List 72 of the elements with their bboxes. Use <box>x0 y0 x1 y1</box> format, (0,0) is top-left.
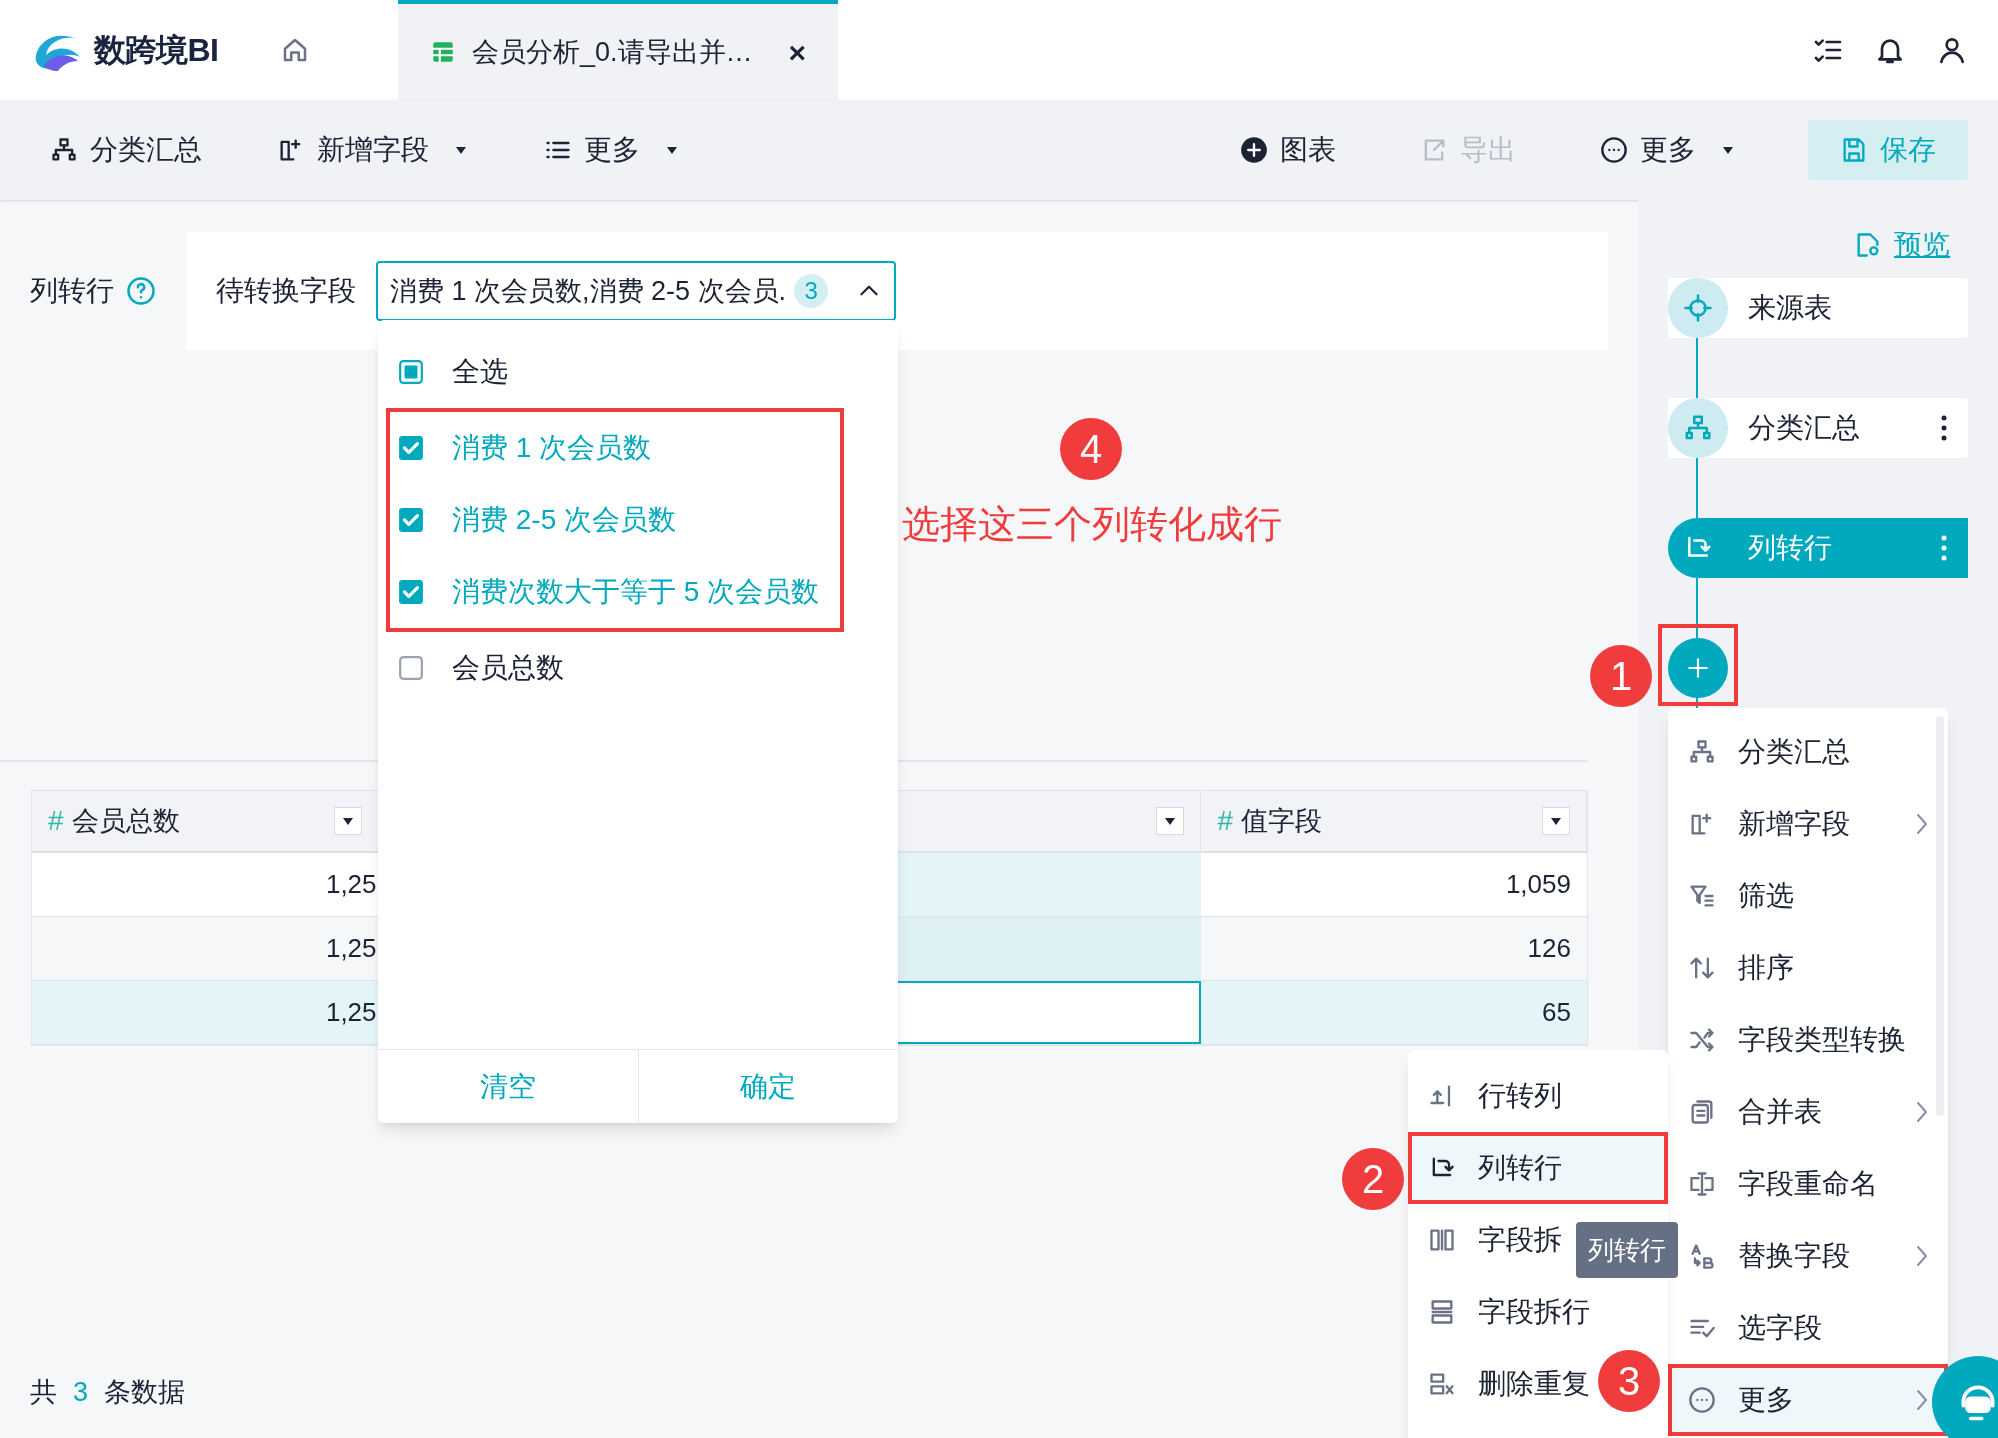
menu-item[interactable]: 排序 <box>1668 932 1948 1004</box>
chevron-right-icon <box>1916 1101 1928 1123</box>
table-cell: 1,25 <box>32 981 379 1044</box>
count-badge: 3 <box>794 274 829 308</box>
checkbox-checked[interactable] <box>398 435 424 461</box>
menu-item[interactable]: 更多 <box>1668 1364 1948 1436</box>
menu-item[interactable]: 列转行 <box>1408 1132 1668 1204</box>
section-title: 列转行 <box>30 274 114 308</box>
more-vertical-icon <box>1940 533 1948 563</box>
toolbar-button[interactable]: 分类汇总 <box>50 129 202 171</box>
annotation-note: 选择这三个列转化成行 <box>902 502 1282 547</box>
plus-circle-icon <box>1240 136 1268 164</box>
field-label: 待转换字段 <box>216 274 356 308</box>
column-menu-button[interactable] <box>1542 807 1570 835</box>
option-label[interactable]: 全选 <box>452 351 508 393</box>
column-header[interactable]: # 值字段 <box>1201 791 1587 851</box>
table-cell: 65 <box>1201 981 1587 1044</box>
menu-item[interactable]: 新增字段 <box>1668 788 1948 860</box>
record-count: 3 <box>73 1375 89 1409</box>
numeric-type-icon: # <box>48 800 64 842</box>
column-menu-button[interactable] <box>1156 807 1185 835</box>
menu-item[interactable]: 字段拆行 <box>1408 1276 1598 1348</box>
checkbox-unchecked[interactable] <box>398 655 424 681</box>
checkbox-partial[interactable] <box>398 359 424 385</box>
menu-item[interactable]: 字段拆 <box>1408 1204 1570 1276</box>
chevron-right-icon <box>1916 1389 1928 1411</box>
hierarchy-icon <box>50 136 78 164</box>
hierarchy-icon <box>1688 738 1716 766</box>
toolbar-button[interactable]: 更多 <box>544 129 680 171</box>
menu-item[interactable]: 合并表 <box>1668 1076 1948 1148</box>
menu-item[interactable]: 行转列 <box>1408 1060 1570 1132</box>
toolbar-button[interactable]: 图表 <box>1228 129 1348 171</box>
tab-label: 会员分析_0.请导出并… <box>472 35 754 69</box>
menu-item[interactable]: 字段重命名 <box>1668 1148 1948 1220</box>
numeric-type-icon: # <box>1217 800 1234 842</box>
plus-icon <box>1685 655 1711 681</box>
help-icon <box>126 276 156 306</box>
logo-text: 数跨境BI <box>94 31 218 70</box>
menu-item[interactable]: 筛选 <box>1668 860 1948 932</box>
step-badge: 4 <box>1060 418 1122 480</box>
table-cell: 126 <box>1201 917 1587 980</box>
close-button[interactable]: × <box>788 29 806 75</box>
step-badge: 1 <box>1590 645 1652 707</box>
menu-item[interactable]: 分类汇总 <box>1668 716 1948 788</box>
chevron-right-icon <box>1916 813 1928 835</box>
more-icon <box>1688 1386 1716 1414</box>
toolbar-button[interactable]: 更多 <box>1588 129 1748 171</box>
shuffle-icon <box>1688 1026 1716 1054</box>
spreadsheet-icon <box>430 39 456 65</box>
field-select[interactable]: 消费 1 次会员数,消费 2-5 次会员. 3 <box>376 261 896 321</box>
more-icon <box>1600 136 1628 164</box>
table-cell: 1,25 <box>32 917 379 980</box>
checkbox-checked[interactable] <box>398 507 424 533</box>
rename-icon <box>1688 1170 1716 1198</box>
chevron-right-icon <box>1916 1245 1928 1267</box>
footer-text: 条数据 <box>104 1375 186 1409</box>
flow-node[interactable]: 分类汇总 <box>1668 398 1968 458</box>
step-badge: 2 <box>1342 1148 1404 1210</box>
footer-text: 共 <box>30 1375 57 1409</box>
column-menu-button[interactable] <box>333 807 362 835</box>
toolbar-button[interactable]: 新增字段 <box>277 129 469 171</box>
menu-item[interactable]: 字段类型转换 <box>1668 1004 1948 1076</box>
column-header[interactable]: # 会员总数 <box>32 791 379 851</box>
checkbox-checked[interactable] <box>398 579 424 605</box>
menu-item[interactable]: 选字段 <box>1668 1292 1948 1364</box>
more-vertical-icon <box>1940 413 1948 443</box>
tooltip: 列转行 <box>1576 1222 1678 1278</box>
menu-item[interactable]: 删除重复 <box>1408 1348 1598 1420</box>
option-label[interactable]: 会员总数 <box>452 647 564 689</box>
crosshair-icon <box>1683 293 1713 323</box>
flow-node[interactable]: 来源表 <box>1668 278 1968 338</box>
document-tab[interactable]: 会员分析_0.请导出并… × <box>398 0 838 100</box>
